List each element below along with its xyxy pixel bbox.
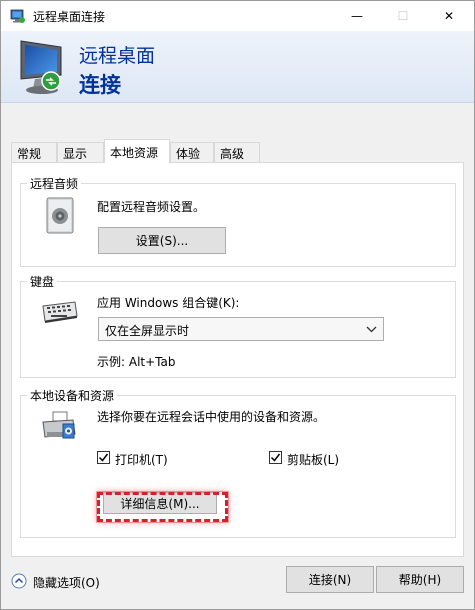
- keyboard-example: 示例: Alt+Tab: [97, 355, 176, 369]
- tab-label: 本地资源: [110, 146, 159, 160]
- highlight-box: [97, 492, 228, 522]
- minimize-button[interactable]: —: [334, 1, 380, 31]
- tab-advanced[interactable]: 高级: [214, 142, 260, 162]
- chevron-down-icon: [366, 326, 377, 333]
- tab-label: 常规: [17, 147, 42, 161]
- checkmark-icon: [98, 453, 109, 462]
- remote-audio-legend: 远程音频: [27, 175, 82, 192]
- local-resources-panel: 远程音频 配置远程音频设置。 设置(S)... 键盘 应用 Windows 组合…: [11, 162, 464, 557]
- title-bar: 远程桌面连接 — ☐ ✕: [1, 1, 474, 31]
- local-devices-group: 本地设备和资源 选择你要在远程会话中使用的设备和资源。 打印机(T) 剪贴板(L…: [20, 387, 456, 538]
- hide-options-label: 隐藏选项(O): [33, 576, 100, 590]
- keyboard-combo-select[interactable]: 仅在全屏显示时: [98, 317, 384, 341]
- help-button[interactable]: 帮助(H): [376, 566, 464, 593]
- maximize-icon: ☐: [397, 9, 409, 23]
- tab-label: 体验: [176, 147, 201, 161]
- clipboard-label[interactable]: 剪贴板(L): [287, 451, 339, 468]
- remote-desktop-window: 远程桌面连接 — ☐ ✕ 远程桌面 连接 常规 显示 本地资源 体验 高级 远程…: [0, 0, 475, 610]
- chevron-up-circle-icon: [11, 573, 27, 589]
- checkmark-icon: [270, 453, 281, 462]
- printer-checkbox[interactable]: [97, 451, 110, 464]
- window-title: 远程桌面连接: [33, 10, 106, 24]
- speaker-icon: [46, 197, 74, 234]
- tab-label: 高级: [220, 147, 245, 161]
- tab-display[interactable]: 显示: [57, 142, 104, 162]
- keyboard-combo-value: 仅在全屏显示时: [105, 324, 190, 338]
- printer-label[interactable]: 打印机(T): [115, 451, 168, 468]
- minimize-icon: —: [351, 9, 363, 23]
- printer-devices-icon: [42, 411, 76, 439]
- tab-general[interactable]: 常规: [11, 142, 57, 162]
- close-icon: ✕: [443, 9, 455, 23]
- monitor-icon: [20, 40, 62, 94]
- devices-description: 选择你要在远程会话中使用的设备和资源。: [97, 410, 326, 424]
- tab-local-resources[interactable]: 本地资源: [104, 139, 170, 163]
- tab-experience[interactable]: 体验: [170, 142, 214, 162]
- keyboard-apply-label: 应用 Windows 组合键(K):: [97, 296, 240, 310]
- header-banner: 远程桌面 连接: [1, 31, 474, 103]
- clipboard-checkbox[interactable]: [269, 451, 282, 464]
- connect-button[interactable]: 连接(N): [286, 566, 374, 593]
- audio-description: 配置远程音频设置。: [97, 200, 206, 214]
- remote-desktop-app-icon: [10, 9, 25, 23]
- keyboard-icon: [42, 301, 78, 323]
- maximize-button[interactable]: ☐: [380, 1, 426, 31]
- keyboard-legend: 键盘: [27, 273, 58, 290]
- close-button[interactable]: ✕: [426, 1, 472, 31]
- remote-audio-group: 远程音频 配置远程音频设置。 设置(S)...: [20, 175, 456, 267]
- local-devices-legend: 本地设备和资源: [27, 387, 118, 404]
- tab-label: 显示: [63, 147, 88, 161]
- audio-settings-button[interactable]: 设置(S)...: [98, 227, 226, 254]
- banner-title-line2: 连接: [79, 73, 121, 97]
- keyboard-group: 键盘 应用 Windows 组合键(K): 仅在全屏显示时 示例: Alt+Ta…: [20, 273, 456, 378]
- banner-title-line1: 远程桌面: [79, 45, 156, 67]
